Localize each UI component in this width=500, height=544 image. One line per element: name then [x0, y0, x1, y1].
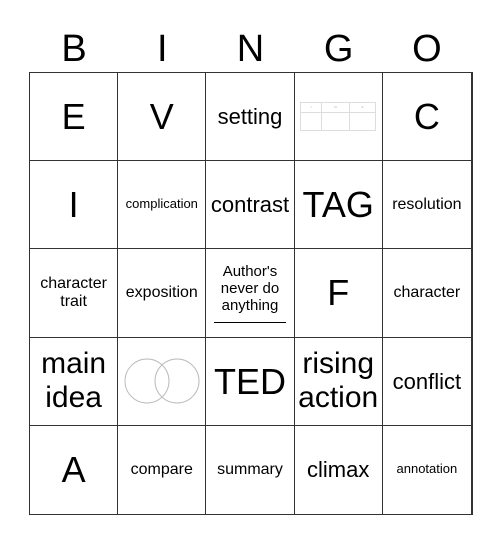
- bingo-cell[interactable]: complication: [118, 161, 207, 250]
- bingo-cell[interactable]: climax: [295, 425, 383, 514]
- cell-text: A: [61, 449, 86, 491]
- bingo-cell[interactable]: I: [30, 161, 119, 250]
- header-letter: N: [236, 28, 265, 70]
- bingo-cell[interactable]: summary: [206, 425, 295, 514]
- bingo-cell[interactable]: V: [118, 73, 207, 162]
- cell-text: I: [68, 184, 79, 226]
- bingo-cell[interactable]: C: [382, 73, 471, 162]
- cell-text: TAG: [302, 184, 374, 226]
- cell-text: setting: [217, 103, 283, 129]
- bingo-cell[interactable]: E: [30, 73, 119, 162]
- bingo-cell[interactable]: character trait: [30, 249, 119, 338]
- bingo-cell[interactable]: F: [294, 249, 383, 338]
- cell-text: annotation: [396, 461, 458, 477]
- cell-text: TED: [213, 360, 286, 402]
- bingo-cell[interactable]: [118, 337, 207, 426]
- table-image: INF: [300, 102, 377, 132]
- bingo-cell[interactable]: INF: [294, 73, 383, 162]
- header-letter: G: [323, 28, 354, 70]
- bingo-cell[interactable]: annotation: [383, 426, 471, 514]
- blank-line: [213, 322, 286, 324]
- table-header: I: [300, 102, 322, 114]
- cell-text: conflict: [392, 368, 462, 394]
- bingo-cell[interactable]: resolution: [382, 161, 471, 250]
- cell-text: complication: [125, 196, 198, 212]
- cell-text: V: [149, 95, 174, 137]
- bingo-cell[interactable]: contrast: [206, 161, 295, 250]
- cell-text: main idea: [41, 346, 107, 415]
- bingo-cell[interactable]: compare: [118, 425, 207, 514]
- bingo-cell[interactable]: conflict: [382, 338, 471, 426]
- table-header: F: [348, 102, 377, 114]
- cell-text: Author's never do anything: [220, 262, 280, 315]
- table-header: N: [320, 102, 350, 114]
- bingo-cell[interactable]: A: [30, 425, 119, 514]
- cell-text: character trait: [40, 274, 107, 310]
- bingo-cell[interactable]: rising action: [294, 337, 383, 426]
- venn-diagram-icon: [124, 358, 200, 404]
- bingo-cell[interactable]: TAG: [294, 161, 383, 250]
- cell-text: F: [327, 272, 350, 314]
- bingo-card: E Vsetting I N F C Icomplication contrast TAG res…: [29, 72, 473, 515]
- bingo-header: BINGO: [30, 26, 471, 72]
- bingo-cell[interactable]: exposition: [118, 249, 207, 338]
- cell-text: rising action: [298, 346, 379, 415]
- cell-text: compare: [130, 460, 193, 478]
- cell-text: resolution: [392, 195, 462, 213]
- bingo-cell[interactable]: Author's never do anything: [206, 249, 295, 338]
- cell-text: C: [413, 95, 440, 137]
- header-letter: O: [412, 28, 442, 70]
- cell-text: contrast: [210, 192, 290, 218]
- cell-text: climax: [307, 457, 370, 483]
- cell-text: character: [393, 283, 461, 301]
- cell-text: summary: [217, 460, 283, 478]
- cell-text: exposition: [125, 283, 198, 301]
- bingo-cell[interactable]: TED: [206, 337, 295, 426]
- header-letter: B: [61, 28, 87, 70]
- bingo-cell[interactable]: main idea: [30, 337, 119, 426]
- header-letter: I: [157, 28, 168, 70]
- bingo-cell[interactable]: character: [382, 249, 471, 338]
- bingo-cell[interactable]: setting: [206, 73, 295, 162]
- cell-text: E: [61, 95, 86, 137]
